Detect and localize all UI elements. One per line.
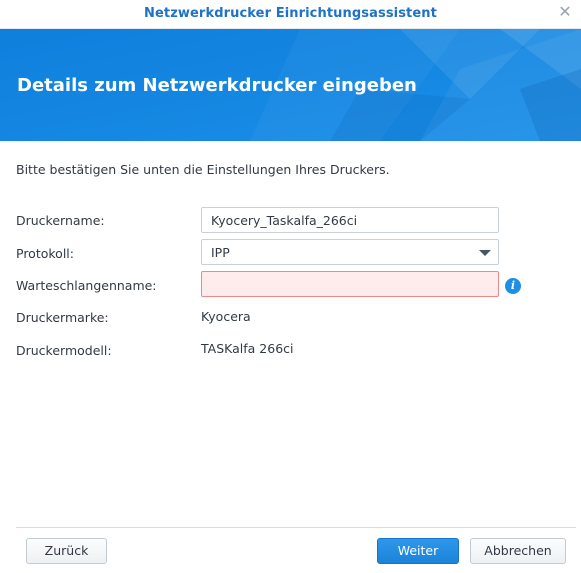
page-title: Details zum Netzwerkdrucker eingeben bbox=[17, 75, 417, 96]
chevron-down-icon[interactable] bbox=[479, 250, 491, 256]
close-icon[interactable]: ✕ bbox=[557, 4, 573, 20]
printer-name-label: Druckername: bbox=[16, 213, 105, 228]
brand-label: Druckermarke: bbox=[16, 310, 109, 325]
model-label: Druckermodell: bbox=[16, 343, 112, 358]
queue-name-field[interactable] bbox=[201, 271, 499, 297]
next-button[interactable]: Weiter bbox=[377, 538, 459, 564]
header-banner: Details zum Netzwerkdrucker eingeben bbox=[0, 29, 581, 141]
queue-name-input[interactable] bbox=[202, 272, 498, 296]
window-title: Netzwerkdrucker Einrichtungsassistent bbox=[144, 6, 437, 21]
protocol-selected-value: IPP bbox=[211, 245, 230, 260]
queue-name-label: Warteschlangenname: bbox=[16, 278, 157, 293]
footer-divider bbox=[16, 527, 576, 528]
brand-value: Kyocera bbox=[201, 309, 251, 324]
back-button[interactable]: Zurück bbox=[26, 538, 107, 564]
title-bar: Netzwerkdrucker Einrichtungsassistent ✕ bbox=[0, 0, 581, 29]
protocol-select[interactable]: IPP bbox=[201, 239, 499, 265]
printer-name-input[interactable] bbox=[202, 208, 498, 232]
printer-name-field[interactable] bbox=[201, 207, 499, 233]
cancel-button[interactable]: Abbrechen bbox=[470, 538, 566, 564]
model-value: TASKalfa 266ci bbox=[201, 341, 294, 356]
intro-text: Bitte bestätigen Sie unten die Einstellu… bbox=[16, 162, 390, 177]
info-icon[interactable]: i bbox=[505, 278, 521, 294]
protocol-label: Protokoll: bbox=[16, 246, 74, 261]
